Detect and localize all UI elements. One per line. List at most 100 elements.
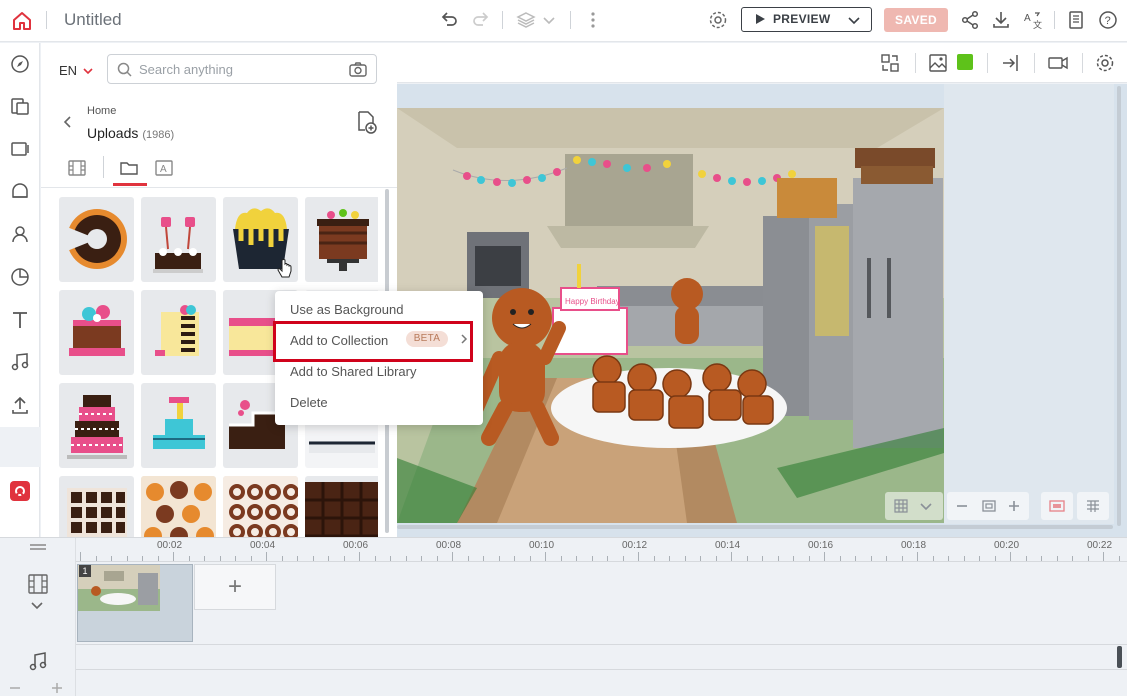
characters-icon[interactable] <box>9 181 31 203</box>
chevron-down-icon[interactable] <box>538 9 560 31</box>
settings-icon[interactable] <box>1094 52 1116 74</box>
back-icon[interactable] <box>61 115 75 129</box>
upload-thumbnail[interactable] <box>141 383 216 468</box>
share-icon[interactable] <box>959 9 981 31</box>
upload-file-icon[interactable] <box>353 109 379 135</box>
help-icon[interactable]: ? <box>1097 9 1119 31</box>
upload-thumbnail[interactable] <box>223 476 298 537</box>
search-input[interactable] <box>139 60 339 78</box>
layers-icon[interactable] <box>515 9 537 31</box>
image-tab-icon[interactable]: A <box>154 158 174 178</box>
ruler-tick <box>188 556 190 561</box>
timeline-zoom-controls[interactable] <box>8 682 68 694</box>
camera-icon[interactable] <box>1047 52 1069 74</box>
home-icon[interactable] <box>10 9 34 33</box>
templates-icon[interactable] <box>9 95 31 117</box>
layout-icon <box>1087 500 1099 512</box>
ruler-tick <box>1056 556 1058 561</box>
layout-toggle[interactable] <box>1077 492 1109 520</box>
ruler-tick <box>979 556 980 561</box>
svg-text:A: A <box>1024 13 1031 24</box>
ruler-tick <box>1025 556 1027 561</box>
menu-item-add-to-shared-library[interactable]: Add to Shared Library <box>290 364 416 379</box>
undo-icon[interactable] <box>438 9 460 31</box>
brand-icon[interactable] <box>10 481 30 501</box>
more-icon[interactable] <box>582 9 604 31</box>
timeline-scrollbar[interactable] <box>1117 646 1122 668</box>
swap-layout-icon[interactable] <box>879 52 901 74</box>
fit-screen-icon[interactable] <box>981 498 997 514</box>
camera-icon[interactable] <box>348 61 368 79</box>
redo-icon[interactable] <box>470 9 492 31</box>
upload-thumbnail[interactable] <box>59 383 134 468</box>
background-image-icon[interactable] <box>927 52 949 74</box>
drag-handle-icon[interactable] <box>28 542 48 552</box>
tick-label: 00:22 <box>1087 540 1113 551</box>
enter-icon[interactable] <box>1000 52 1022 74</box>
upload-thumbnail[interactable] <box>305 197 378 282</box>
download-icon[interactable] <box>990 9 1012 31</box>
ruler-tick <box>963 556 965 561</box>
ruler-tick <box>684 556 686 561</box>
zoom-in-icon[interactable] <box>1007 499 1021 513</box>
ruler-tick <box>250 556 252 561</box>
document-title[interactable]: Untitled <box>64 10 122 30</box>
ruler-tick <box>824 552 825 561</box>
upload-thumbnail[interactable] <box>59 476 134 537</box>
ruler-tick <box>762 556 763 561</box>
compass-icon[interactable] <box>9 53 31 75</box>
translate-icon[interactable]: A文 <box>1022 9 1044 31</box>
svg-text:文: 文 <box>1033 19 1042 30</box>
upload-icon[interactable] <box>9 394 31 416</box>
frame-toggle[interactable] <box>1041 492 1073 520</box>
saved-button[interactable]: SAVED <box>884 8 948 32</box>
menu-item-use-as-background[interactable]: Use as Background <box>290 302 403 317</box>
audio-track[interactable] <box>76 644 1127 670</box>
grid-toggle[interactable] <box>885 492 943 520</box>
timeline-ruler[interactable]: 00:02 00:04 00:06 00:08 00:10 00:12 00:1… <box>76 538 1127 562</box>
user-icon[interactable] <box>9 223 31 245</box>
ruler-tick <box>111 556 112 561</box>
scene-clip[interactable]: 1 <box>77 564 193 642</box>
ruler-tick <box>1010 552 1011 561</box>
video-tab-icon[interactable] <box>67 158 87 178</box>
menu-item-delete[interactable]: Delete <box>290 395 328 410</box>
upload-thumbnail[interactable] <box>141 476 216 537</box>
preview-button[interactable]: PREVIEW <box>741 7 872 32</box>
chevron-down-icon[interactable] <box>30 600 44 612</box>
upload-thumbnail[interactable] <box>305 476 378 537</box>
search-bar <box>107 54 377 84</box>
canvas-horizontal-scrollbar[interactable] <box>397 525 1113 529</box>
uploads-panel: EN Home Uploads(1986) A <box>41 43 397 537</box>
settings-icon[interactable] <box>707 9 729 31</box>
ruler-tick <box>1087 556 1089 561</box>
zoom-out-icon[interactable] <box>955 499 969 513</box>
music-track-icon[interactable] <box>26 650 50 674</box>
canvas-vertical-scrollbar[interactable] <box>1117 86 1121 526</box>
ruler-tick <box>731 552 732 561</box>
upload-thumbnail[interactable] <box>141 197 216 282</box>
notes-icon[interactable] <box>1065 9 1087 31</box>
music-icon[interactable] <box>9 351 31 373</box>
scenes-icon[interactable] <box>9 138 31 160</box>
ruler-tick <box>281 556 283 561</box>
chevron-down-icon[interactable] <box>847 13 861 27</box>
chevron-down-icon[interactable] <box>919 499 933 513</box>
chart-icon[interactable] <box>9 266 31 288</box>
timeline: 00:02 00:04 00:06 00:08 00:10 00:12 00:1… <box>0 537 1127 696</box>
text-icon[interactable] <box>9 309 31 331</box>
upload-thumbnail[interactable] <box>59 290 134 375</box>
tick-label: 00:20 <box>994 540 1020 551</box>
ruler-tick <box>359 552 360 561</box>
folder-tab-icon[interactable] <box>119 158 139 178</box>
add-scene-button[interactable]: + <box>194 564 276 610</box>
search-icon <box>117 62 132 77</box>
background-color-swatch[interactable] <box>957 54 973 70</box>
grid-icon <box>894 499 908 513</box>
ruler-tick <box>312 556 314 561</box>
chevron-down-icon[interactable] <box>82 65 94 77</box>
language-selector[interactable]: EN <box>59 63 77 78</box>
upload-thumbnail[interactable] <box>59 197 134 282</box>
breadcrumb-home[interactable]: Home <box>87 105 116 117</box>
upload-thumbnail[interactable] <box>141 290 216 375</box>
